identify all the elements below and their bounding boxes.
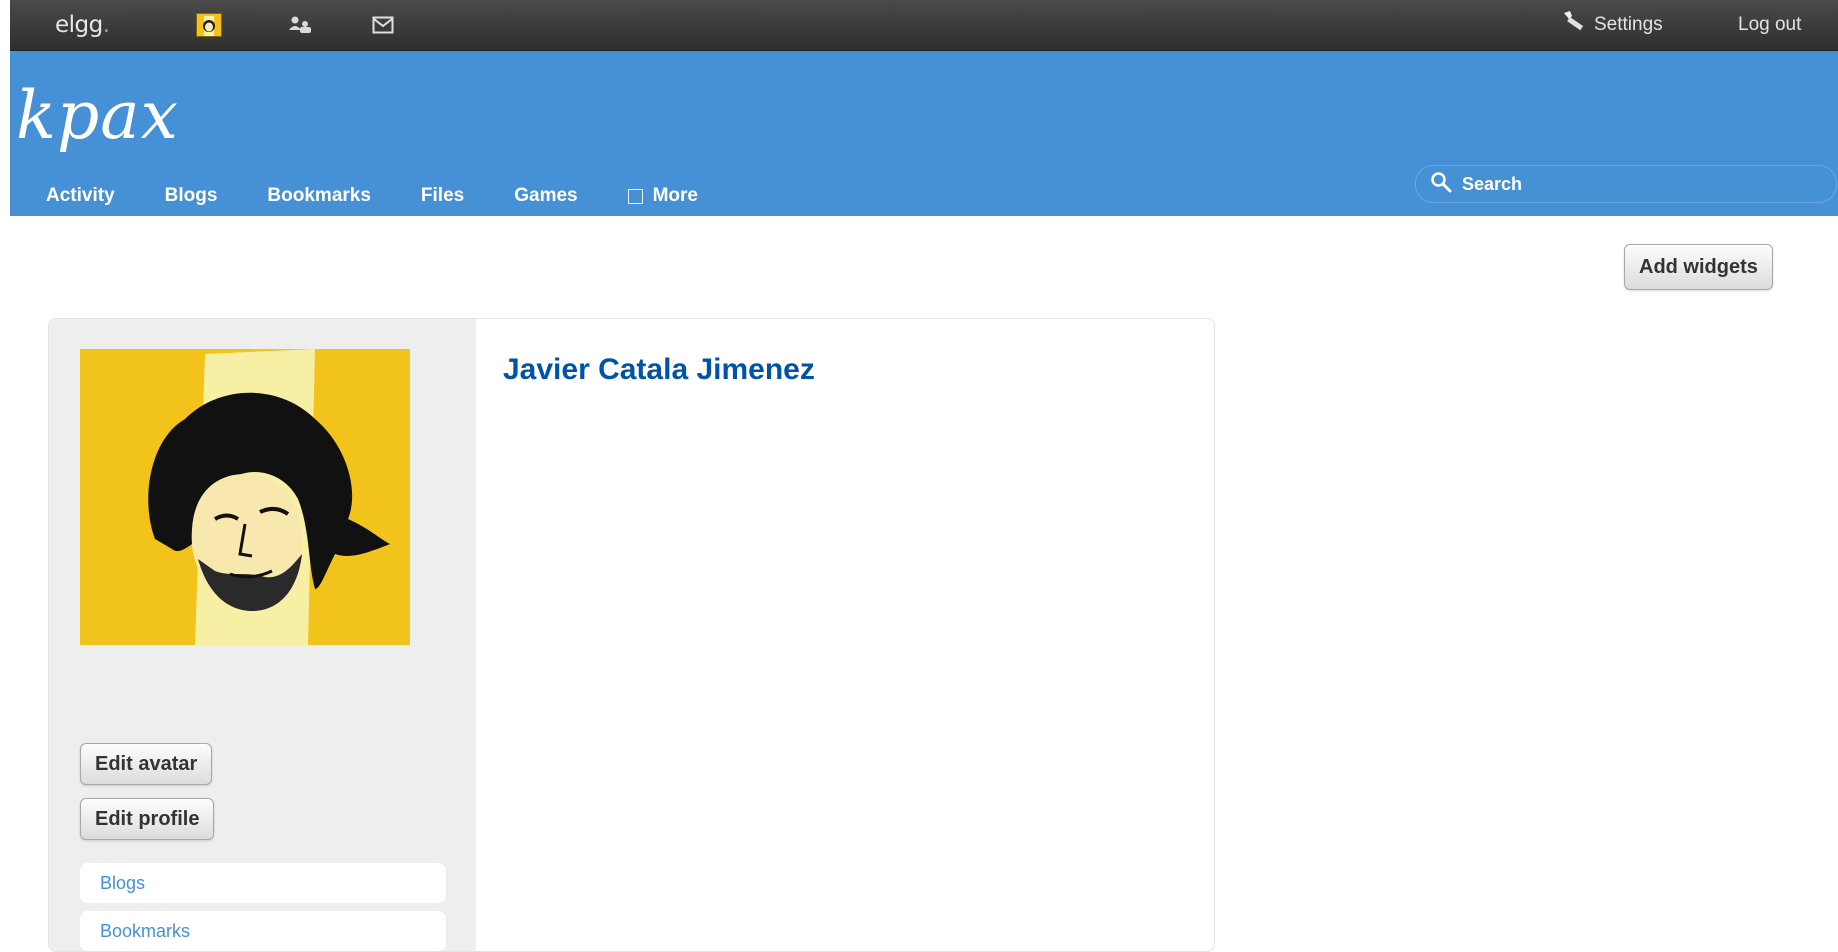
nav-bookmarks[interactable]: Bookmarks <box>267 185 371 207</box>
friends-icon[interactable] <box>288 0 314 50</box>
wrench-icon <box>1560 9 1590 41</box>
topbar: elgg. Settings Log out <box>10 0 1838 51</box>
logout-link[interactable]: Log out <box>1738 0 1801 50</box>
profile-avatar-image[interactable] <box>80 349 410 645</box>
owner-link-bookmarks[interactable]: Bookmarks <box>80 911 446 951</box>
site-header: kpax Activity Blogs Bookmarks Files Game… <box>10 51 1838 216</box>
elgg-logo-dot: . <box>102 12 110 38</box>
profile-avatar-mini-link[interactable] <box>196 0 222 50</box>
logout-label: Log out <box>1738 14 1802 35</box>
site-name[interactable]: kpax <box>16 77 179 154</box>
nav-games[interactable]: Games <box>514 185 577 207</box>
envelope-icon[interactable] <box>372 0 394 50</box>
profile-card: Edit avatar Edit profile Blogs Bookmarks… <box>48 318 1215 952</box>
search-input[interactable] <box>1460 172 1804 196</box>
site-menu: Activity Blogs Bookmarks Files Games Mor… <box>46 181 748 211</box>
nav-more-label: More <box>652 185 699 206</box>
add-widgets-button[interactable]: Add widgets <box>1624 244 1773 290</box>
nav-files[interactable]: Files <box>421 185 464 207</box>
settings-label: Settings <box>1594 14 1663 35</box>
avatar-illustration <box>80 349 410 645</box>
settings-link[interactable]: Settings <box>1560 0 1663 50</box>
elgg-logo-text: elgg <box>55 12 103 38</box>
avatar-mini-icon <box>196 13 222 37</box>
nav-activity[interactable]: Activity <box>46 185 115 207</box>
magnifier-icon <box>1430 171 1452 198</box>
profile-name[interactable]: Javier Catala Jimenez <box>503 353 815 387</box>
elgg-logo-link[interactable]: elgg. <box>55 0 110 50</box>
more-square-icon <box>627 188 643 204</box>
owner-links-menu: Blogs Bookmarks <box>80 863 446 951</box>
search-box <box>1415 165 1837 203</box>
owner-link-blogs[interactable]: Blogs <box>80 863 446 903</box>
nav-more[interactable]: More <box>627 185 699 207</box>
nav-blogs[interactable]: Blogs <box>165 185 218 207</box>
edit-avatar-button[interactable]: Edit avatar <box>80 743 213 785</box>
profile-owner-block: Edit avatar Edit profile Blogs Bookmarks <box>49 319 476 951</box>
edit-profile-button[interactable]: Edit profile <box>80 798 215 840</box>
